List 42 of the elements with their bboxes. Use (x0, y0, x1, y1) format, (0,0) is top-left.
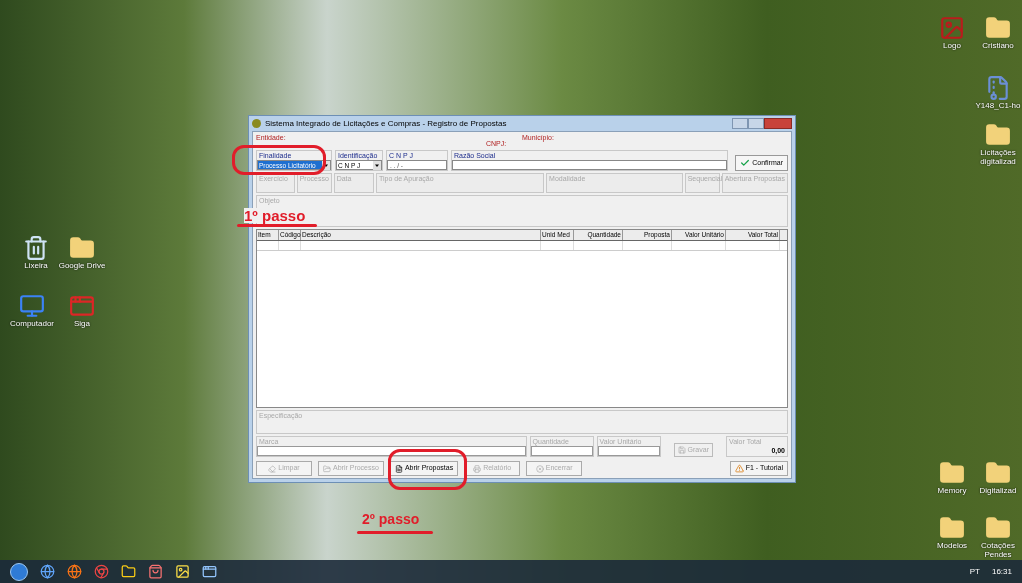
folder-icon[interactable] (985, 515, 1011, 541)
desktop-icon-label[interactable]: Cotações Pendes (974, 541, 1022, 559)
folder-icon[interactable] (121, 564, 136, 579)
caret-icon[interactable] (322, 161, 330, 170)
folder-icon[interactable] (985, 122, 1011, 148)
desktop-icon-label[interactable]: Computador (8, 319, 56, 328)
bag-icon[interactable] (148, 564, 163, 579)
chrome-icon[interactable] (94, 564, 109, 579)
window-icon[interactable] (202, 564, 217, 579)
folder-icon[interactable] (985, 460, 1011, 486)
desktop-icon-label[interactable]: Licitações digitalizad (974, 148, 1022, 166)
folder-icon[interactable] (939, 460, 965, 486)
check-icon (740, 158, 751, 168)
annotation-text: 1º passo (244, 208, 306, 223)
clear-icon (268, 464, 277, 473)
desktop-icon-label[interactable]: Y148_C1-ho (974, 101, 1022, 110)
desktop-icon-label[interactable]: Memory (928, 486, 976, 495)
computer-icon[interactable] (19, 293, 45, 319)
warning-icon (734, 464, 744, 473)
desktop-icon-label[interactable]: Lixeira (12, 261, 60, 270)
globe-icon[interactable] (40, 564, 55, 579)
doc-icon (394, 464, 403, 473)
desktop-icon-label[interactable]: Google Drive (58, 261, 106, 270)
folder-icon[interactable] (939, 515, 965, 541)
trash-icon[interactable] (23, 235, 49, 261)
desktop-icon-label[interactable]: Digitalizad (974, 486, 1022, 495)
app-logo-icon (252, 119, 261, 128)
language-indicator[interactable]: PT (969, 565, 980, 578)
desktop-icon-label[interactable]: Logo (928, 41, 976, 50)
desktop-icon-label[interactable]: Siga (58, 319, 106, 328)
desktop-icon-label[interactable]: Cristiano (974, 41, 1022, 50)
start-button[interactable] (10, 562, 28, 581)
clock[interactable]: 16:31 (991, 565, 1012, 578)
window-title: Sistema Integrado de Licitações e Compras - Registro de Propostas (265, 117, 507, 130)
folder-icon[interactable] (985, 15, 1011, 41)
annotation-text: 2º passo (362, 510, 420, 528)
save-icon (677, 446, 686, 454)
caret-icon[interactable] (373, 161, 381, 170)
company-name-input[interactable] (452, 160, 728, 170)
print-icon (473, 464, 482, 473)
open-icon (323, 464, 331, 473)
desktop-icon-label[interactable]: Modelos (928, 541, 976, 550)
